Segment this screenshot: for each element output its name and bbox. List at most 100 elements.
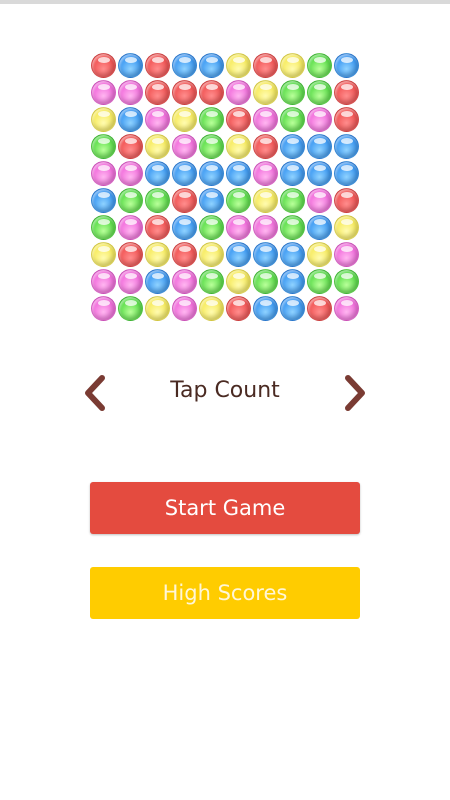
pink-ball: [172, 296, 197, 321]
pink-ball: [307, 188, 332, 213]
green-ball: [226, 188, 251, 213]
pink-ball: [118, 215, 143, 240]
blue-ball: [172, 53, 197, 78]
green-ball: [280, 188, 305, 213]
yellow-ball: [172, 107, 197, 132]
status-bar: [0, 0, 450, 4]
chevron-right-icon[interactable]: [340, 374, 370, 412]
pink-ball: [253, 161, 278, 186]
yellow-ball: [145, 242, 170, 267]
green-ball: [280, 107, 305, 132]
red-ball: [334, 188, 359, 213]
green-ball: [307, 80, 332, 105]
yellow-ball: [253, 80, 278, 105]
yellow-ball: [226, 53, 251, 78]
yellow-ball: [226, 134, 251, 159]
yellow-ball: [307, 242, 332, 267]
blue-ball: [280, 134, 305, 159]
yellow-ball: [334, 215, 359, 240]
yellow-ball: [91, 107, 116, 132]
blue-ball: [172, 161, 197, 186]
blue-ball: [226, 161, 251, 186]
green-ball: [199, 134, 224, 159]
pink-ball: [91, 296, 116, 321]
yellow-ball: [145, 296, 170, 321]
chevron-left-icon[interactable]: [80, 374, 110, 412]
blue-ball: [199, 53, 224, 78]
green-ball: [118, 296, 143, 321]
blue-ball: [226, 242, 251, 267]
red-ball: [118, 242, 143, 267]
red-ball: [226, 296, 251, 321]
green-ball: [91, 134, 116, 159]
green-ball: [280, 215, 305, 240]
pink-ball: [334, 242, 359, 267]
blue-ball: [307, 134, 332, 159]
green-ball: [91, 215, 116, 240]
red-ball: [145, 53, 170, 78]
mode-selector: Tap Count: [70, 368, 380, 418]
green-ball: [199, 107, 224, 132]
blue-ball: [307, 161, 332, 186]
pink-ball: [91, 161, 116, 186]
pink-ball: [118, 161, 143, 186]
pink-ball: [172, 134, 197, 159]
green-ball: [145, 188, 170, 213]
red-ball: [199, 80, 224, 105]
green-ball: [199, 215, 224, 240]
mode-label: Tap Count: [170, 378, 280, 403]
yellow-ball: [226, 269, 251, 294]
blue-ball: [280, 269, 305, 294]
blue-ball: [253, 242, 278, 267]
red-ball: [172, 242, 197, 267]
yellow-ball: [199, 296, 224, 321]
red-ball: [253, 134, 278, 159]
pink-ball: [226, 80, 251, 105]
red-ball: [307, 296, 332, 321]
blue-ball: [172, 215, 197, 240]
blue-ball: [199, 161, 224, 186]
pink-ball: [334, 296, 359, 321]
blue-ball: [334, 53, 359, 78]
blue-ball: [307, 215, 332, 240]
pink-ball: [91, 80, 116, 105]
pink-ball: [253, 107, 278, 132]
red-ball: [172, 188, 197, 213]
red-ball: [226, 107, 251, 132]
pink-ball: [118, 269, 143, 294]
red-ball: [334, 107, 359, 132]
blue-ball: [253, 296, 278, 321]
green-ball: [118, 188, 143, 213]
blue-ball: [280, 242, 305, 267]
blue-ball: [118, 107, 143, 132]
yellow-ball: [199, 242, 224, 267]
blue-ball: [280, 296, 305, 321]
pink-ball: [118, 80, 143, 105]
pink-ball: [91, 269, 116, 294]
yellow-ball: [91, 242, 116, 267]
high-scores-button[interactable]: High Scores: [90, 567, 360, 619]
blue-ball: [199, 188, 224, 213]
green-ball: [307, 53, 332, 78]
yellow-ball: [280, 53, 305, 78]
blue-ball: [118, 53, 143, 78]
pink-ball: [307, 107, 332, 132]
red-ball: [145, 80, 170, 105]
pink-ball: [253, 215, 278, 240]
red-ball: [334, 80, 359, 105]
green-ball: [253, 269, 278, 294]
green-ball: [199, 269, 224, 294]
green-ball: [334, 269, 359, 294]
start-game-button[interactable]: Start Game: [90, 482, 360, 534]
pink-ball: [226, 215, 251, 240]
red-ball: [253, 53, 278, 78]
blue-ball: [145, 269, 170, 294]
blue-ball: [91, 188, 116, 213]
red-ball: [118, 134, 143, 159]
yellow-ball: [253, 188, 278, 213]
yellow-ball: [145, 134, 170, 159]
pink-ball: [172, 269, 197, 294]
red-ball: [145, 215, 170, 240]
pink-ball: [145, 107, 170, 132]
red-ball: [91, 53, 116, 78]
